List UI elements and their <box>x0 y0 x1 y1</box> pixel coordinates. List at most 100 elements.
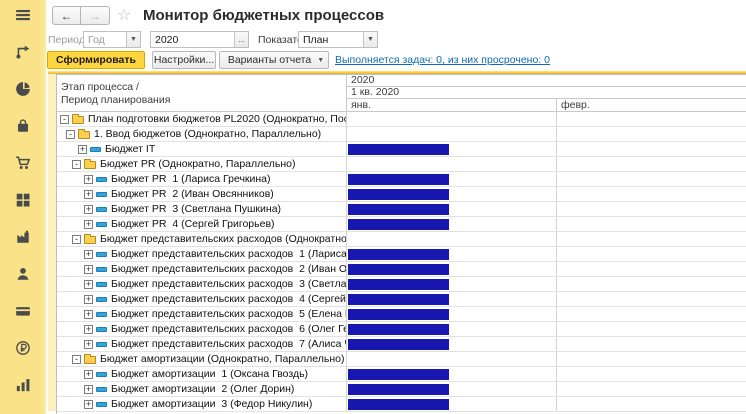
collapse-toggle-icon[interactable]: - <box>72 160 81 169</box>
jan-cell <box>347 232 557 246</box>
expand-toggle-icon[interactable]: + <box>84 295 93 304</box>
tree-group-row[interactable]: - Бюджет PR (Однократно, Параллельно) <box>57 157 746 172</box>
stage-icon <box>96 372 107 377</box>
stage-label: Бюджет представительских расходов 2 (Ива… <box>111 263 346 275</box>
folder-icon <box>84 161 96 169</box>
gantt-bar[interactable] <box>348 339 449 350</box>
tree-leaf-row[interactable]: +Бюджет представительских расходов 4 (Се… <box>57 292 746 307</box>
running-tasks-link[interactable]: Выполняется задач: 0, из них просрочено:… <box>335 54 550 66</box>
gantt-bar[interactable] <box>348 324 449 335</box>
expand-toggle-icon[interactable]: + <box>78 145 87 154</box>
gantt-bar[interactable] <box>348 369 449 380</box>
expand-toggle-icon[interactable]: + <box>84 370 93 379</box>
expand-toggle-icon[interactable]: + <box>84 340 93 349</box>
expand-toggle-icon[interactable]: + <box>84 310 93 319</box>
choose-ellipsis-button[interactable]: ... <box>234 32 248 47</box>
folder-icon <box>72 116 84 124</box>
tree-leaf-row[interactable]: +Бюджет PR 1 (Лариса Гречкина) <box>57 172 746 187</box>
purchases-bag-icon[interactable] <box>14 118 32 134</box>
tree-group-row[interactable]: -План подготовки бюджетов PL2020 (Однокр… <box>57 112 746 127</box>
tree-group-row[interactable]: -1. Ввод бюджетов (Однократно, Параллель… <box>57 127 746 142</box>
tree-leaf-row[interactable]: +Бюджет представительских расходов 1 (Ла… <box>57 247 746 262</box>
collapse-toggle-icon[interactable]: - <box>72 355 81 364</box>
gantt-bar[interactable] <box>348 279 449 290</box>
tree-leaf-row[interactable]: +Бюджет IT <box>57 142 746 157</box>
gantt-bar[interactable] <box>348 144 449 155</box>
jan-cell <box>347 142 557 156</box>
gantt-bar[interactable] <box>348 219 449 230</box>
expand-toggle-icon[interactable]: + <box>84 280 93 289</box>
stage-label: Бюджет PR (Однократно, Параллельно) <box>100 158 295 170</box>
stage-cell: +Бюджет представительских расходов 4 (Се… <box>57 292 347 306</box>
gantt-bar[interactable] <box>348 384 449 395</box>
feb-cell <box>557 322 746 336</box>
finance-ruble-icon[interactable] <box>14 340 32 356</box>
tree-leaf-row[interactable]: +Бюджет представительских расходов 3 (Св… <box>57 277 746 292</box>
expand-toggle-icon[interactable]: + <box>84 385 93 394</box>
jan-cell <box>347 157 557 171</box>
expand-toggle-icon[interactable]: + <box>84 205 93 214</box>
corner-header-line2: Период планирования <box>61 94 342 107</box>
stage-cell: + Бюджет PR 4 (Сергей Григорьев) <box>57 217 347 231</box>
gantt-bar[interactable] <box>348 264 449 275</box>
report-variants-button[interactable]: Варианты отчета ▼ <box>219 51 329 69</box>
chevron-down-icon[interactable]: ▼ <box>363 32 377 47</box>
feb-cell <box>557 157 746 171</box>
sales-cart-icon[interactable] <box>14 155 32 171</box>
tree-leaf-row[interactable]: +Бюджет PR 2 (Иван Овсянников) <box>57 187 746 202</box>
budgeting-pie-icon[interactable] <box>14 81 32 97</box>
reports-chart-icon[interactable] <box>14 377 32 393</box>
back-button[interactable]: ← <box>52 6 81 25</box>
stage-label: Бюджет PR 4 (Сергей Григорьев) <box>111 218 275 230</box>
year-value: 2020 <box>151 34 234 46</box>
favorite-star-icon[interactable]: ☆ <box>117 5 131 25</box>
stage-label: Бюджет амортизации 1 (Оксана Гвоздь) <box>111 368 308 380</box>
warehouse-grid-icon[interactable] <box>14 192 32 208</box>
tree-leaf-row[interactable]: +Бюджет представительских расходов 6 (Ол… <box>57 322 746 337</box>
gantt-bar[interactable] <box>348 249 449 260</box>
indicators-select[interactable]: План ▼ <box>298 31 378 48</box>
gantt-bar[interactable] <box>348 294 449 305</box>
tree-leaf-row[interactable]: + Бюджет амортизации 1 (Оксана Гвоздь) <box>57 367 746 382</box>
expand-toggle-icon[interactable]: + <box>84 220 93 229</box>
business-process-icon[interactable] <box>14 44 32 60</box>
tree-leaf-row[interactable]: + Бюджет PR 4 (Сергей Григорьев) <box>57 217 746 232</box>
chevron-down-icon[interactable]: ▼ <box>126 32 140 47</box>
year-input[interactable]: 2020 ... <box>150 31 249 48</box>
gantt-bar[interactable] <box>348 399 449 410</box>
period-select[interactable]: Год ▼ <box>83 31 141 48</box>
tree-leaf-row[interactable]: +Бюджет представительских расходов 5 (Ел… <box>57 307 746 322</box>
bank-card-icon[interactable] <box>14 303 32 319</box>
tree-leaf-row[interactable]: +Бюджет представительских расходов 7 (Ал… <box>57 337 746 352</box>
stage-icon <box>96 207 107 212</box>
expand-toggle-icon[interactable]: + <box>84 400 93 409</box>
collapse-toggle-icon[interactable]: - <box>72 235 81 244</box>
tree-leaf-row[interactable]: + Бюджет представительских расходов 2 (Ив… <box>57 262 746 277</box>
stage-cell: - Бюджет PR (Однократно, Параллельно) <box>57 157 347 171</box>
tree-leaf-row[interactable]: +Бюджет амортизации 3 (Федор Никулин) <box>57 397 746 412</box>
settings-button[interactable]: Настройки... <box>152 51 216 69</box>
tree-leaf-row[interactable]: +Бюджет амортизации 2 (Олег Дорин) <box>57 382 746 397</box>
generate-button[interactable]: Сформировать <box>47 51 145 69</box>
hr-person-icon[interactable] <box>14 266 32 282</box>
expand-toggle-icon[interactable]: + <box>84 250 93 259</box>
gantt-bar[interactable] <box>348 204 449 215</box>
expand-toggle-icon[interactable]: + <box>84 175 93 184</box>
expand-toggle-icon[interactable]: + <box>84 190 93 199</box>
expand-toggle-icon[interactable]: + <box>84 265 93 274</box>
gantt-bar[interactable] <box>348 309 449 320</box>
feb-cell <box>557 337 746 351</box>
expand-toggle-icon[interactable]: + <box>84 325 93 334</box>
forward-button[interactable]: → <box>81 6 110 25</box>
collapse-toggle-icon[interactable]: - <box>60 115 69 124</box>
gantt-bar[interactable] <box>348 189 449 200</box>
tree-group-row[interactable]: -Бюджет представительских расходов (Одно… <box>57 232 746 247</box>
menu-icon[interactable] <box>14 7 32 23</box>
stage-label: Бюджет PR 3 (Светлана Пушкина) <box>111 203 281 215</box>
collapse-toggle-icon[interactable]: - <box>66 130 75 139</box>
feb-cell <box>557 247 746 261</box>
tree-leaf-row[interactable]: + Бюджет PR 3 (Светлана Пушкина) <box>57 202 746 217</box>
tree-group-row[interactable]: -Бюджет амортизации (Однократно, Паралле… <box>57 352 746 367</box>
production-factory-icon[interactable] <box>14 229 32 245</box>
gantt-bar[interactable] <box>348 174 449 185</box>
